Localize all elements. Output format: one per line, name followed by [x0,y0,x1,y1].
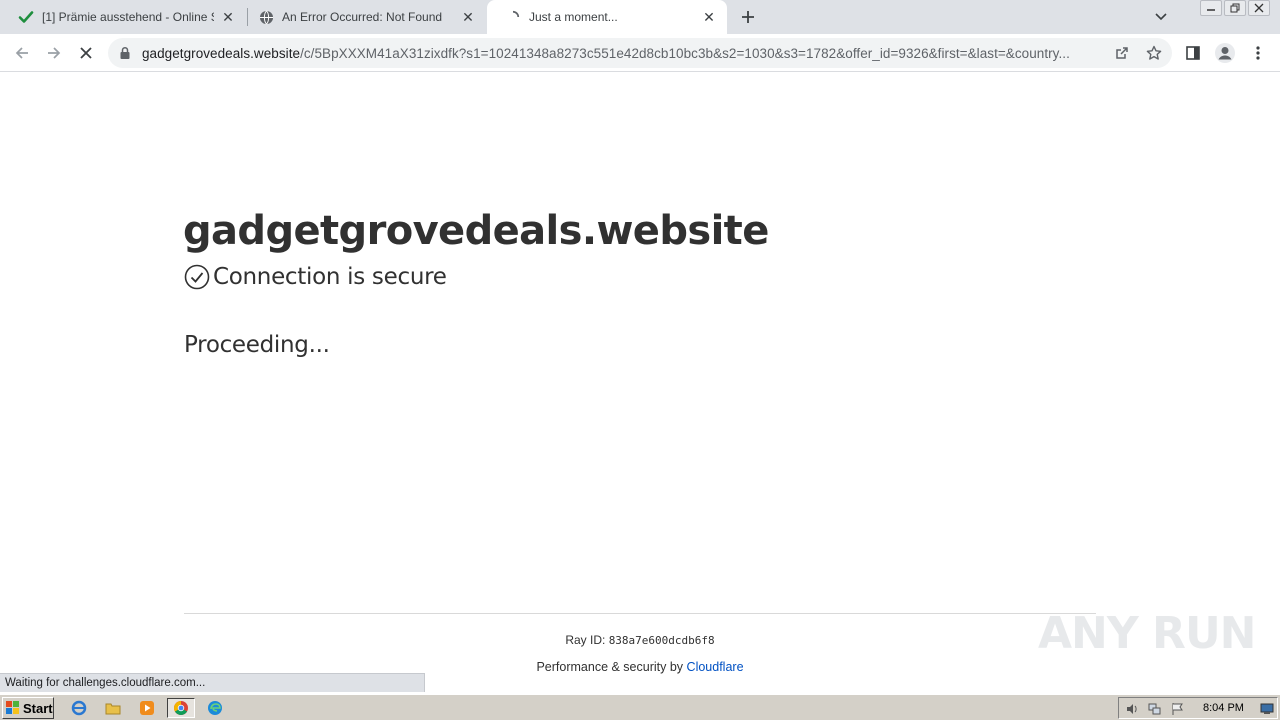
cloudflare-link[interactable]: Cloudflare [687,660,744,674]
secure-text: Connection is secure [213,264,447,290]
url-text[interactable]: gadgetgrovedeals.website/c/5BpXXXM41aX31… [142,46,1102,61]
close-tab-icon[interactable]: ✕ [460,9,476,25]
close-tab-icon[interactable]: ✕ [220,9,236,25]
taskbar-clock[interactable]: 8:04 PM [1203,702,1244,714]
ray-id-value: 838a7e600dcdb6f8 [608,634,715,647]
perf-label: Performance & security by [536,660,684,674]
start-button[interactable]: Start [2,697,54,719]
bookmark-star-icon[interactable] [1144,43,1164,63]
profile-avatar-icon[interactable] [1212,40,1238,66]
tab-title: An Error Occurred: Not Found [282,10,443,24]
tab-just-a-moment[interactable]: Just a moment... ✕ [487,0,727,34]
system-tray: 8:04 PM [1118,697,1278,719]
globe-icon [258,9,274,25]
window-controls [1200,0,1270,18]
action-center-flag-icon[interactable] [1170,701,1186,717]
restore-button[interactable] [1224,0,1246,16]
watermark-text: ANY RUN [1038,608,1256,659]
close-window-button[interactable] [1248,0,1270,16]
anyrun-watermark: ANY RUN [1038,608,1256,659]
volume-icon[interactable] [1124,701,1140,717]
tab-online-survey[interactable]: [1] Prämie ausstehend - Online Surv ✕ [0,0,246,34]
tab-error-not-found[interactable]: An Error Occurred: Not Found ✕ [240,0,486,34]
stop-loading-button[interactable] [73,40,99,66]
new-tab-button[interactable] [736,5,760,29]
loading-icon [505,9,521,25]
network-icon[interactable] [1147,701,1163,717]
side-panel-icon[interactable] [1180,40,1206,66]
lock-icon[interactable] [118,46,132,60]
tab-strip: [1] Prämie ausstehend - Online Surv ✕ An… [0,0,1280,34]
footer-divider [184,613,1096,614]
site-title: gadgetgrovedeals.website [183,208,769,254]
url-host: gadgetgrovedeals.website [142,46,301,61]
tab-search-chevron-icon[interactable] [1150,5,1172,29]
start-label: Start [23,700,53,716]
share-icon[interactable] [1112,43,1132,63]
forward-button[interactable] [41,40,67,66]
chrome-icon[interactable] [167,698,195,718]
minimize-button[interactable] [1200,0,1222,16]
browser-toolbar: gadgetgrovedeals.website/c/5BpXXXM41aX31… [0,34,1280,72]
check-icon [18,9,34,25]
ie-icon[interactable] [68,698,90,718]
menu-kebab-icon[interactable] [1245,40,1271,66]
file-explorer-icon[interactable] [102,698,124,718]
windows-taskbar: Start 8:04 PM [0,694,1280,720]
check-circle-icon [184,264,210,290]
proceeding-text: Proceeding... [184,332,330,358]
ray-id-label: Ray ID: [565,633,606,647]
tab-title: Just a moment... [529,10,618,24]
url-path: /c/5BpXXXM41aX31zixdfk?s1=10241348a8273c… [300,46,1070,61]
status-bubble: Waiting for challenges.cloudflare.com... [0,673,425,692]
media-player-icon[interactable] [136,698,158,718]
tab-title: [1] Prämie ausstehend - Online Surv [42,10,214,24]
address-bar[interactable]: gadgetgrovedeals.website/c/5BpXXXM41aX31… [108,38,1172,68]
close-tab-icon[interactable]: ✕ [701,9,717,25]
edge-icon[interactable] [204,698,226,718]
windows-logo-icon [6,701,19,714]
performance-footer: Performance & security by Cloudflare [0,660,1280,674]
back-button[interactable] [9,40,35,66]
secure-status: Connection is secure [184,264,447,290]
show-desktop-icon[interactable] [1259,701,1275,717]
